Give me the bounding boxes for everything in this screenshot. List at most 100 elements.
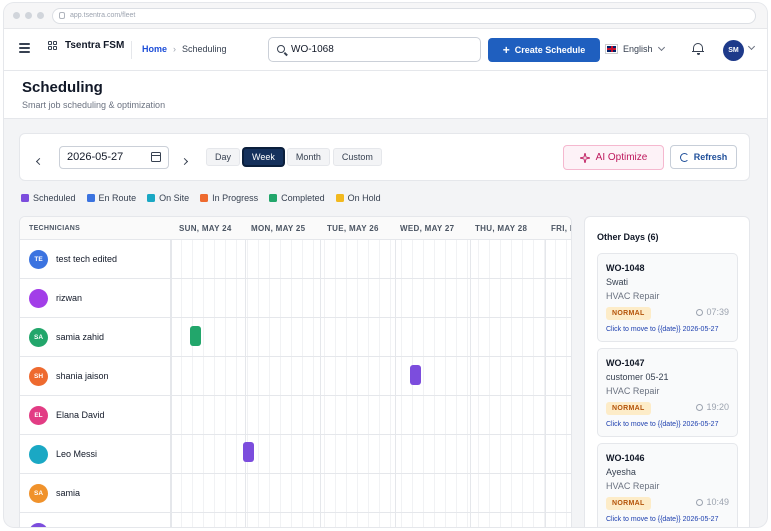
schedule-cells[interactable]: [171, 240, 571, 278]
search-input[interactable]: [291, 41, 476, 58]
clock-icon: [696, 308, 704, 316]
legend-label: Completed: [281, 193, 325, 203]
refresh-button[interactable]: Refresh: [670, 145, 737, 169]
day-divider: [245, 240, 246, 527]
user-initials: SM: [728, 47, 739, 54]
legend-item: Scheduled: [21, 193, 76, 203]
menu-icon[interactable]: [19, 43, 30, 53]
job-time: 19:20: [696, 402, 729, 412]
service-type: HVAC Repair: [606, 386, 660, 396]
day-divider: [395, 240, 396, 527]
schedule-cells[interactable]: [171, 435, 571, 473]
other-days-panel: Other Days (6) WO-1048 Swati HVAC Repair…: [584, 216, 750, 527]
technician-cell[interactable]: Leo Messi: [20, 435, 171, 473]
work-order-id: WO-1046: [606, 453, 645, 463]
job-block[interactable]: [410, 365, 421, 385]
ai-optimize-button[interactable]: AI Optimize: [563, 145, 664, 170]
schedule-cells[interactable]: [171, 318, 571, 356]
divider: [131, 41, 132, 59]
breadcrumb-home[interactable]: Home: [142, 44, 167, 54]
day-header-sun: SUN, MAY 24: [179, 224, 232, 233]
schedule-toolbar: 2026-05-27 Day Week Month Custom AI Opti…: [19, 133, 750, 181]
address-bar[interactable]: app.tsentra.com/fleet: [52, 8, 756, 24]
technician-name: rizwan: [56, 293, 83, 303]
technician-cell[interactable]: rizwan: [20, 279, 171, 317]
technician-row: Leo Messi: [20, 435, 571, 474]
technician-cell[interactable]: SH shania jaison: [20, 357, 171, 395]
legend-label: On Site: [159, 193, 190, 203]
view-month-button[interactable]: Month: [286, 148, 330, 166]
app-window: app.tsentra.com/fleet Tsentra FSM Home ›…: [4, 3, 767, 527]
schedule-cells[interactable]: [171, 474, 571, 512]
technician-name: Leo Messi: [56, 449, 98, 459]
brand[interactable]: Tsentra FSM: [48, 40, 124, 51]
technician-cell[interactable]: TE test tech edited: [20, 240, 171, 278]
window-dot[interactable]: [13, 12, 20, 19]
create-schedule-button[interactable]: + Create Schedule: [488, 38, 600, 62]
view-day-button[interactable]: Day: [206, 148, 241, 166]
technician-avatar: EL: [29, 405, 48, 425]
priority-badge: NORMAL: [606, 307, 651, 320]
day-header-mon: MON, MAY 25: [251, 224, 306, 233]
brand-name: Tsentra FSM: [65, 40, 125, 51]
schedule-cells[interactable]: [171, 357, 571, 395]
technicians-header: TECHNICIANS: [29, 225, 81, 232]
bell-icon[interactable]: [692, 42, 704, 55]
job-block[interactable]: [190, 326, 201, 346]
job-card[interactable]: WO-1048 Swati HVAC Repair NORMAL 07:39 C…: [597, 253, 738, 342]
day-divider: [171, 240, 172, 527]
technician-row: SH shania jaison: [20, 357, 571, 396]
url-text: app.tsentra.com/fleet: [70, 12, 136, 19]
view-week-button[interactable]: Week: [243, 148, 284, 166]
language-selector[interactable]: English: [605, 43, 665, 54]
legend-item: En Route: [86, 193, 136, 203]
time-value: 10:49: [706, 497, 729, 507]
schedule-cells[interactable]: [171, 513, 571, 527]
service-type: HVAC Repair: [606, 481, 660, 491]
job-card[interactable]: WO-1047 customer 05-21 HVAC Repair NORMA…: [597, 348, 738, 437]
job-block[interactable]: [243, 442, 254, 462]
chevron-down-icon[interactable]: [747, 42, 756, 51]
lock-icon: [59, 12, 65, 19]
technician-avatar: SA: [29, 483, 48, 503]
create-schedule-label: Create Schedule: [514, 45, 586, 55]
window-dot[interactable]: [37, 12, 44, 19]
schedule-grid: TECHNICIANS SUN, MAY 24 MON, MAY 25 TUE,…: [19, 216, 572, 527]
legend-item: On Hold: [335, 193, 381, 203]
job-time: 07:39: [696, 307, 729, 317]
breadcrumb-current: Scheduling: [182, 44, 227, 54]
schedule-cells[interactable]: [171, 396, 571, 434]
technician-cell[interactable]: [20, 513, 171, 527]
previous-button[interactable]: [35, 151, 44, 169]
user-avatar[interactable]: SM: [723, 40, 744, 61]
grid-icon: [48, 41, 57, 50]
next-button[interactable]: [180, 151, 189, 169]
job-card[interactable]: WO-1046 Ayesha HVAC Repair NORMAL 10:49 …: [597, 443, 738, 527]
day-divider: [320, 240, 321, 527]
search-box: [268, 37, 481, 62]
legend-swatch: [86, 194, 95, 202]
breadcrumb-separator: ›: [173, 44, 177, 54]
date-picker[interactable]: 2026-05-27: [59, 146, 169, 169]
view-custom-button[interactable]: Custom: [332, 148, 382, 166]
window-dot[interactable]: [25, 12, 32, 19]
schedule-cells[interactable]: [171, 279, 571, 317]
move-link[interactable]: Click to move to {{date}} 2026-05-27: [606, 516, 718, 523]
technician-avatar: TE: [29, 249, 48, 269]
customer-name: customer 05-21: [606, 372, 669, 382]
move-link[interactable]: Click to move to {{date}} 2026-05-27: [606, 421, 718, 428]
technician-row: TE test tech edited: [20, 240, 571, 279]
chevron-left-icon: [35, 157, 44, 166]
calendar-icon[interactable]: [151, 152, 161, 162]
technician-cell[interactable]: EL Elana David: [20, 396, 171, 434]
technician-cell[interactable]: SA samia: [20, 474, 171, 512]
browser-chrome: app.tsentra.com/fleet: [4, 3, 767, 29]
technician-name: test tech edited: [56, 254, 118, 264]
day-header-thu: THU, MAY 28: [475, 224, 528, 233]
technician-row: SA samia zahid: [20, 318, 571, 357]
move-link[interactable]: Click to move to {{date}} 2026-05-27: [606, 326, 718, 333]
grid-header: TECHNICIANS SUN, MAY 24 MON, MAY 25 TUE,…: [20, 217, 571, 240]
page-title: Scheduling: [22, 79, 103, 96]
technician-row: EL Elana David: [20, 396, 571, 435]
technician-cell[interactable]: SA samia zahid: [20, 318, 171, 356]
